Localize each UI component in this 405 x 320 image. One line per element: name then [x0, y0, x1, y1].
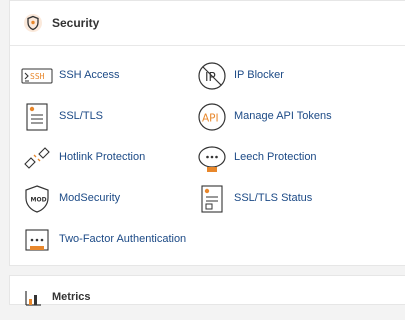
svg-text:IP: IP: [205, 70, 216, 84]
ssh-access-link[interactable]: SSH SSH Access: [21, 60, 206, 96]
svg-text:MOD: MOD: [31, 197, 47, 204]
metrics-panel-header[interactable]: Metrics: [10, 276, 405, 320]
ip-blocker-link[interactable]: IP IP Blocker: [196, 60, 381, 96]
ip-blocker-label: IP Blocker: [234, 69, 284, 81]
ssl-tls-status-label: SSL/TLS Status: [234, 192, 313, 204]
hotlink-protection-link[interactable]: Hotlink Protection: [21, 142, 206, 178]
security-panel-header[interactable]: Security: [10, 1, 405, 46]
two-factor-authentication-label: Two-Factor Authentication: [59, 233, 187, 245]
ssl-tls-label: SSL/TLS: [59, 110, 104, 122]
svg-text:API: API: [202, 113, 219, 125]
bar-chart-icon: [23, 288, 43, 308]
manage-api-tokens-link[interactable]: API Manage API Tokens: [196, 101, 381, 137]
ssh-terminal-icon: SSH: [21, 60, 53, 92]
ssl-certificate-icon: [21, 101, 53, 133]
security-panel: Security SSH SSH Access IP IP Blocker SS…: [9, 0, 405, 266]
modsecurity-label: ModSecurity: [59, 192, 121, 204]
broken-link-icon: [21, 142, 53, 174]
ssl-tls-link[interactable]: SSL/TLS: [21, 101, 206, 137]
two-factor-icon: [21, 224, 53, 256]
leech-protection-icon: [196, 142, 228, 174]
two-factor-authentication-link[interactable]: Two-Factor Authentication: [21, 224, 221, 260]
ssh-access-label: SSH Access: [59, 69, 120, 81]
metrics-title: Metrics: [52, 291, 91, 303]
leech-protection-link[interactable]: Leech Protection: [196, 142, 381, 178]
manage-api-tokens-label: Manage API Tokens: [234, 110, 332, 122]
api-icon: API: [196, 101, 228, 133]
ssl-tls-status-link[interactable]: SSL/TLS Status: [196, 183, 381, 219]
svg-text:SSH: SSH: [30, 72, 45, 81]
hotlink-protection-label: Hotlink Protection: [59, 151, 146, 163]
ssl-status-icon: [196, 183, 228, 215]
leech-protection-label: Leech Protection: [234, 151, 317, 163]
ip-blocker-icon: IP: [196, 60, 228, 92]
mod-shield-icon: MOD: [21, 183, 53, 215]
metrics-panel: Metrics: [9, 275, 405, 306]
modsecurity-link[interactable]: MOD ModSecurity: [21, 183, 206, 219]
security-title: Security: [52, 16, 100, 30]
shield-icon: [23, 13, 43, 33]
